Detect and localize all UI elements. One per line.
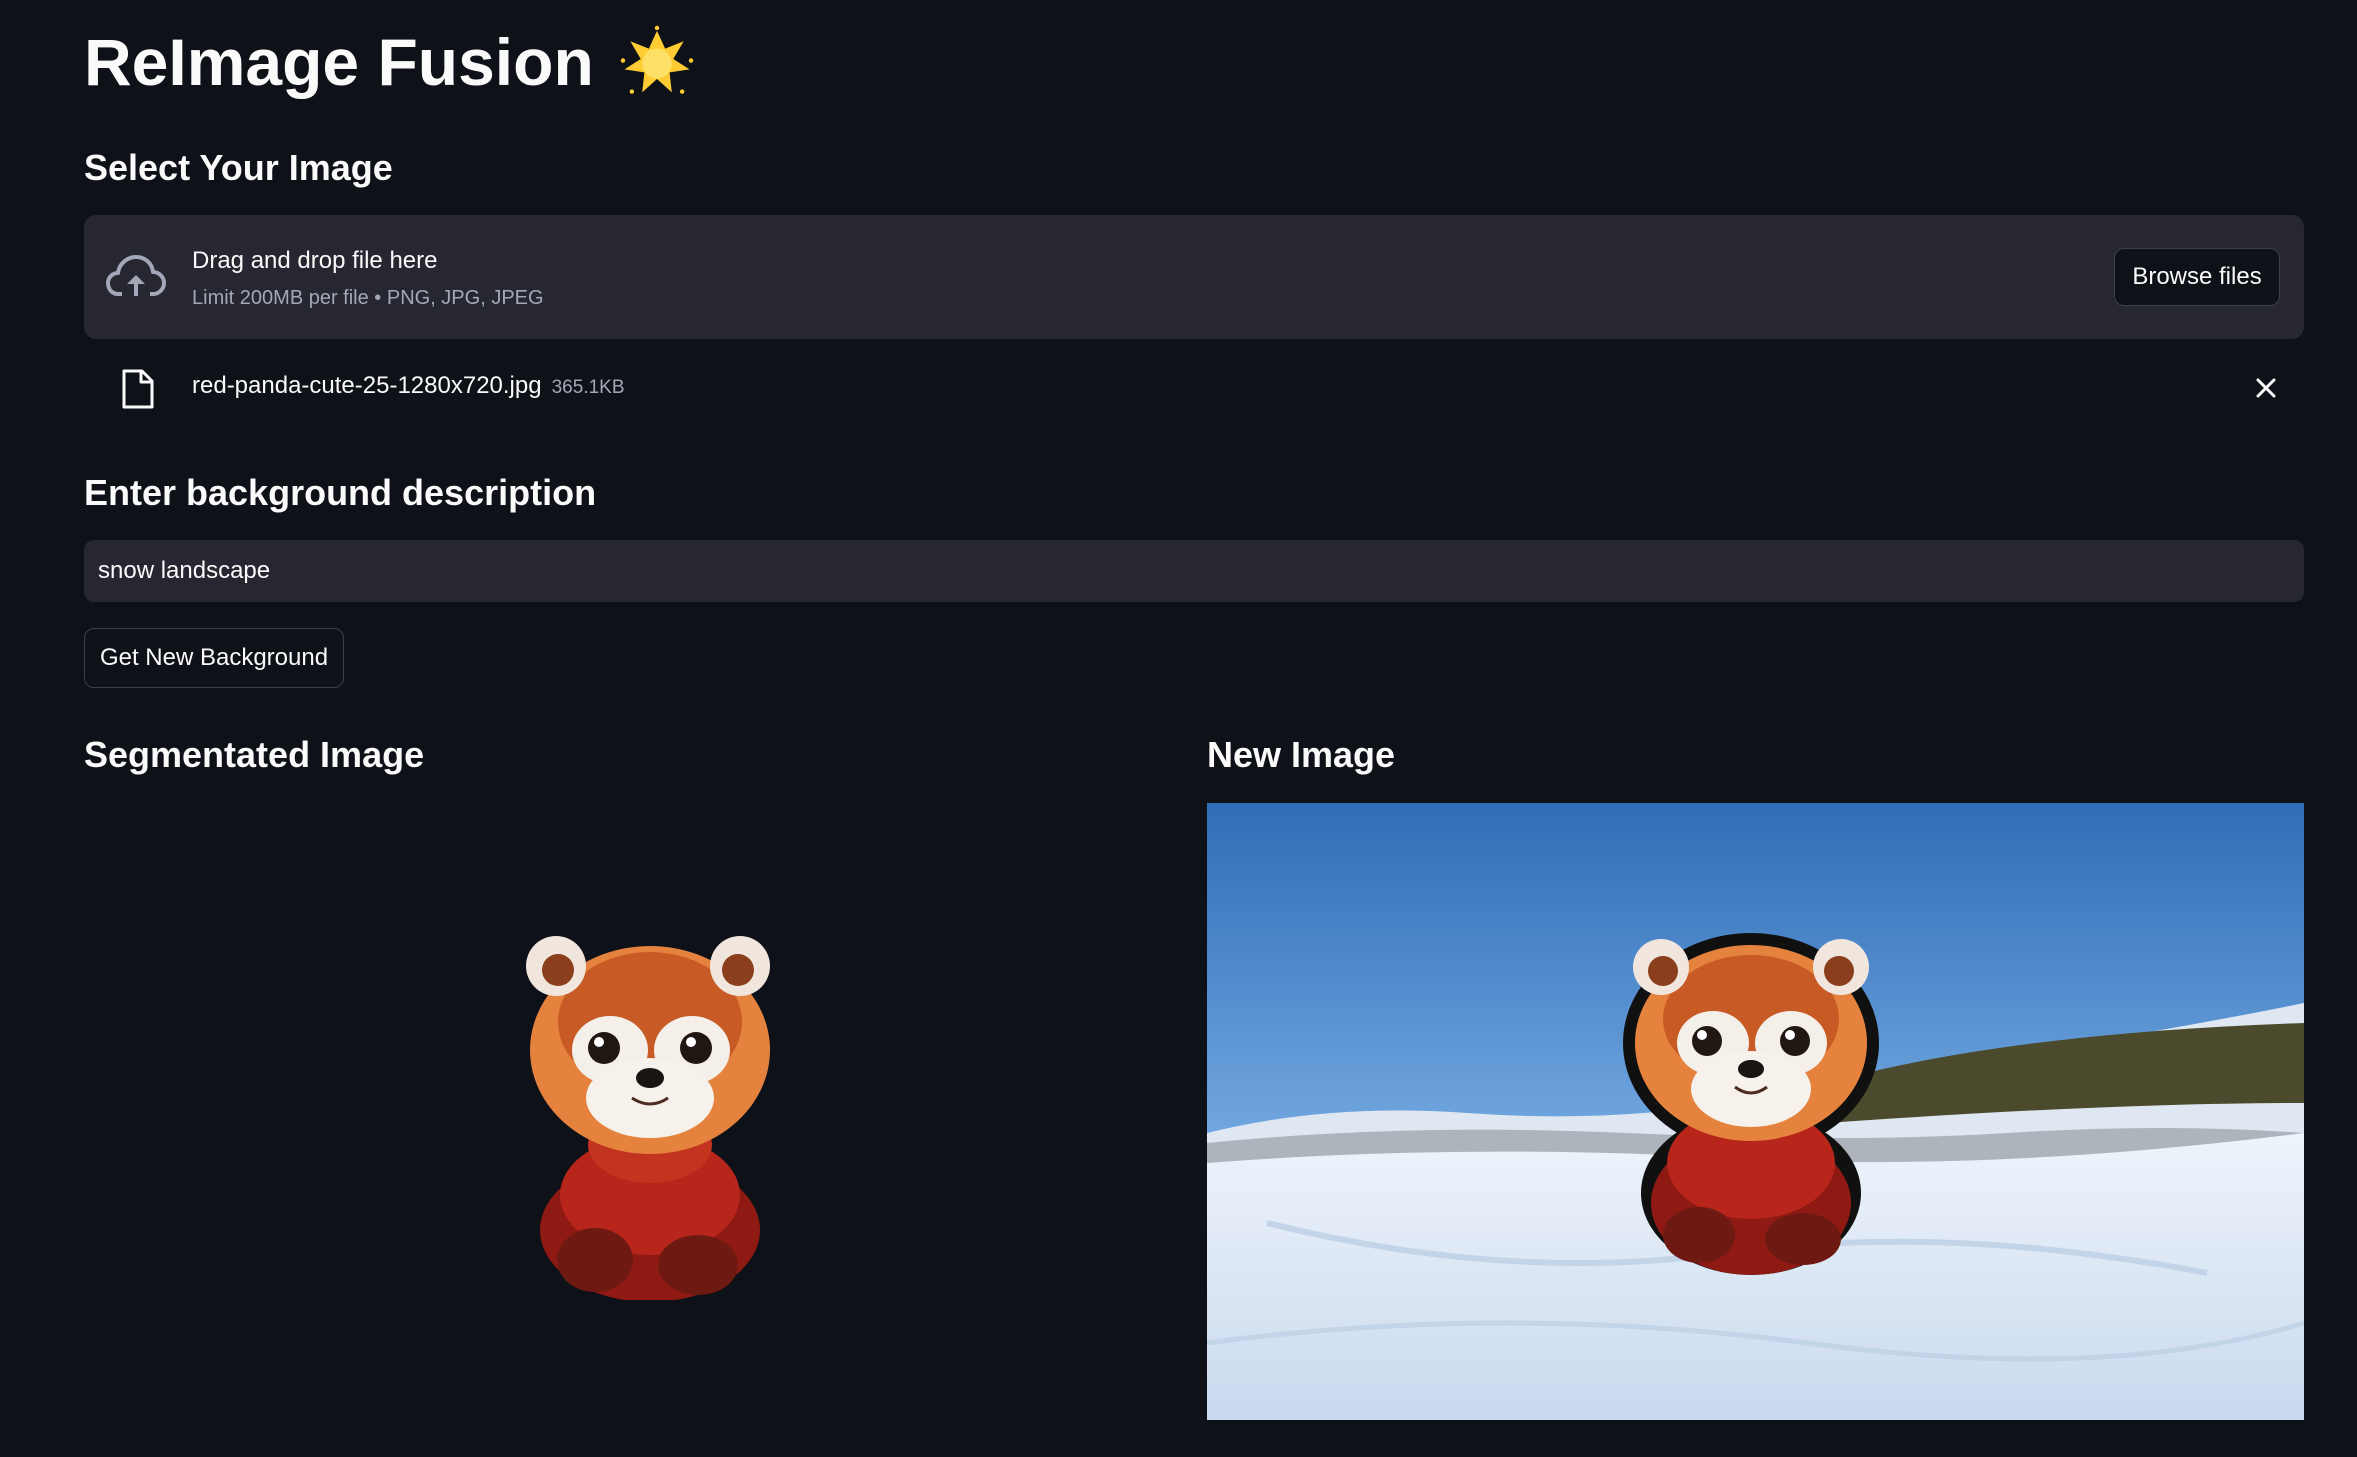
- uploaded-file-name: red-panda-cute-25-1280x720.jpg 365.1KB: [192, 372, 625, 400]
- browse-files-button[interactable]: Browse files: [2114, 248, 2280, 306]
- red-panda-cutout: [526, 936, 770, 1300]
- red-panda-composited: [1623, 933, 1879, 1275]
- star-glow-icon: [620, 25, 694, 94]
- remove-file-icon[interactable]: [2252, 374, 2280, 402]
- uploaded-file-row: red-panda-cute-25-1280x720.jpg 365.1KB: [84, 360, 2304, 416]
- new-image: [1207, 803, 2304, 1420]
- new-image-heading: New Image: [1207, 734, 1396, 775]
- file-icon: [122, 369, 154, 409]
- dropzone-instruction: Drag and drop file here: [192, 247, 438, 274]
- file-dropzone[interactable]: Drag and drop file here Limit 200MB per …: [84, 215, 2304, 339]
- app-page: ReImage Fusion Select Your Image Drag an…: [0, 0, 2357, 1457]
- page-title: ReImage Fusion: [84, 18, 694, 106]
- upload-heading: Select Your Image: [84, 147, 393, 188]
- dropzone-limit-text: Limit 200MB per file • PNG, JPG, JPEG: [192, 287, 544, 309]
- uploaded-file-size: 365.1KB: [551, 377, 625, 398]
- uploaded-file-name-text: red-panda-cute-25-1280x720.jpg: [192, 372, 542, 399]
- background-heading: Enter background description: [84, 472, 597, 513]
- get-new-background-button[interactable]: Get New Background: [84, 628, 344, 688]
- segmented-image: [526, 936, 770, 1300]
- background-description-input[interactable]: [84, 540, 2304, 602]
- page-title-text: ReImage Fusion: [84, 25, 594, 99]
- segmented-image-heading: Segmentated Image: [84, 734, 425, 775]
- cloud-upload-icon: [106, 255, 166, 296]
